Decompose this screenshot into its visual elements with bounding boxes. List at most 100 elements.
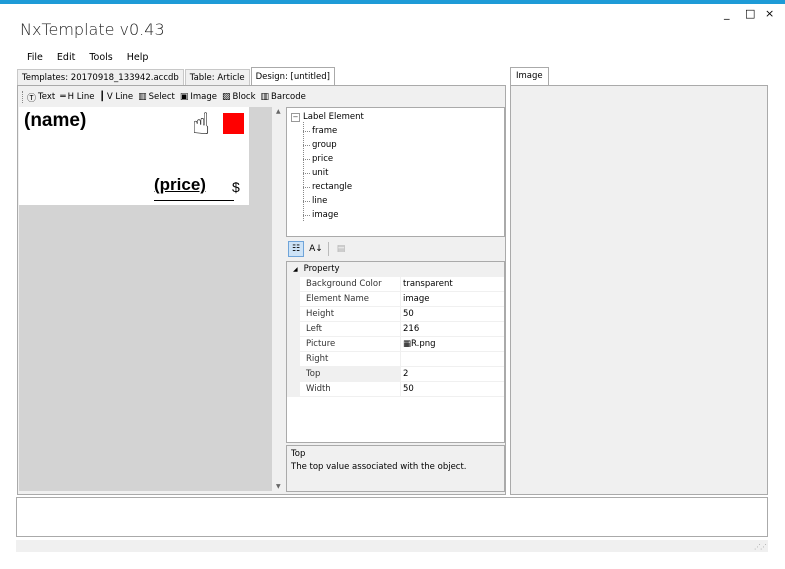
- property-name: Picture: [300, 337, 401, 351]
- block-tool-icon: ▨: [222, 92, 231, 102]
- collapse-triangle-icon[interactable]: ◢: [293, 266, 298, 273]
- property-row-selected[interactable]: Top 2: [287, 367, 504, 382]
- property-row[interactable]: Right: [287, 352, 504, 367]
- scroll-down-icon[interactable]: ▼: [276, 483, 281, 490]
- tab-table[interactable]: Table: Article: [184, 69, 250, 86]
- property-value[interactable]: transparent: [401, 277, 453, 291]
- size-grip-icon[interactable]: ⋰⋰: [754, 543, 767, 551]
- text-tool-label: Text: [38, 92, 56, 102]
- minimize-button[interactable]: _: [724, 7, 730, 20]
- label-unit-element[interactable]: $: [232, 179, 240, 195]
- vline-tool-label: V Line: [106, 92, 134, 102]
- image-tool-icon: ▣: [179, 92, 189, 102]
- label-line-element[interactable]: [154, 200, 234, 201]
- property-row[interactable]: Height 50: [287, 307, 504, 322]
- hline-tool-label: H Line: [67, 92, 95, 102]
- design-panel: Ⓣ Text ═ H Line ┃ V Line ▥ Select ▣ Imag…: [17, 85, 506, 495]
- window-title: NxTemplate v0.43: [20, 20, 165, 39]
- property-row[interactable]: Picture ▦R.png: [287, 337, 504, 352]
- label-rectangle-element[interactable]: [223, 113, 244, 134]
- image-panel: Image: [510, 67, 768, 495]
- scroll-up-icon[interactable]: ▲: [276, 108, 281, 115]
- property-value[interactable]: [401, 352, 403, 366]
- image-preview-area: [510, 85, 768, 495]
- tab-templates[interactable]: Templates: 20170918_133942.accdb: [17, 69, 184, 86]
- tree-node-unit[interactable]: unit: [291, 166, 364, 180]
- toolbar-separator: [328, 242, 329, 256]
- property-grid-toolbar: ☷ A↓ ▤: [286, 239, 505, 259]
- maximize-button[interactable]: □: [745, 7, 755, 20]
- hline-tool-button[interactable]: ═ H Line: [60, 92, 94, 102]
- property-name: Left: [300, 322, 401, 336]
- tab-image[interactable]: Image: [510, 67, 549, 86]
- property-row[interactable]: Element Name image: [287, 292, 504, 307]
- tab-design[interactable]: Design: [untitled]: [250, 67, 335, 86]
- property-row[interactable]: Left 216: [287, 322, 504, 337]
- property-value[interactable]: 50: [401, 382, 414, 396]
- label-price-element[interactable]: (price): [154, 175, 206, 195]
- property-row[interactable]: Width 50: [287, 382, 504, 397]
- alphabetical-sort-icon[interactable]: A↓: [308, 241, 324, 257]
- description-text: The top value associated with the object…: [291, 462, 467, 472]
- property-pages-icon[interactable]: ▤: [333, 241, 349, 257]
- select-tool-button[interactable]: ▥ Select: [138, 92, 175, 102]
- property-name: Height: [300, 307, 401, 321]
- barcode-tool-button[interactable]: ▥ Barcode: [261, 92, 306, 102]
- text-tool-icon: Ⓣ: [27, 93, 37, 104]
- design-toolbar: Ⓣ Text ═ H Line ┃ V Line ▥ Select ▣ Imag…: [19, 87, 306, 107]
- tree-node-frame[interactable]: frame: [291, 124, 364, 138]
- property-grid: ☷ A↓ ▤ ◢ Property Background Color transpa…: [286, 239, 505, 443]
- toolbar-grip[interactable]: [22, 91, 23, 103]
- property-value[interactable]: 2: [401, 367, 408, 381]
- property-name: Width: [300, 382, 401, 396]
- tree-node-line[interactable]: line: [291, 194, 364, 208]
- description-title: Top: [291, 449, 306, 459]
- barcode-tool-label: Barcode: [271, 92, 306, 102]
- property-value[interactable]: 216: [401, 322, 419, 336]
- property-value[interactable]: ▦R.png: [401, 337, 436, 351]
- image-tool-button[interactable]: ▣ Image: [180, 92, 217, 102]
- property-value[interactable]: image: [401, 292, 429, 306]
- design-canvas-area[interactable]: (name) ☝ (price) $: [19, 107, 272, 491]
- menu-bar: File Edit Tools Help: [27, 52, 148, 63]
- vline-tool-button[interactable]: ┃ V Line: [99, 92, 133, 102]
- menu-tools[interactable]: Tools: [89, 52, 112, 63]
- property-name: Element Name: [300, 292, 401, 306]
- property-name: Top: [300, 367, 401, 381]
- thumbs-up-icon: ☝: [192, 107, 211, 142]
- select-tool-icon: ▥: [138, 92, 147, 102]
- output-textbox[interactable]: [16, 497, 768, 537]
- document-tabs: Templates: 20170918_133942.accdb Table: …: [17, 67, 336, 86]
- menu-help[interactable]: Help: [127, 52, 149, 63]
- property-list: ◢ Property Background Color transparent El…: [286, 261, 505, 443]
- menu-edit[interactable]: Edit: [57, 52, 75, 63]
- property-value[interactable]: 50: [401, 307, 414, 321]
- property-description: Top The top value associated with the ob…: [286, 445, 505, 492]
- element-tree: − Label Element frame group price unit re…: [286, 107, 505, 237]
- block-tool-button[interactable]: ▨ Block: [222, 92, 256, 102]
- canvas-scrollbar[interactable]: ▲ ▼: [274, 107, 285, 491]
- menu-file[interactable]: File: [27, 52, 43, 63]
- tree-node-price[interactable]: price: [291, 152, 364, 166]
- tree-node-root[interactable]: − Label Element: [291, 110, 364, 124]
- property-row[interactable]: Background Color transparent: [287, 277, 504, 292]
- label-name-element[interactable]: (name): [24, 110, 86, 132]
- property-category[interactable]: ◢ Property: [287, 262, 504, 277]
- picture-filename: R.png: [411, 339, 436, 349]
- image-tool-label: Image: [190, 92, 217, 102]
- text-tool-button[interactable]: Ⓣ Text: [27, 91, 55, 104]
- label-canvas[interactable]: (name) ☝ (price) $: [19, 107, 249, 205]
- block-tool-label: Block: [232, 92, 256, 102]
- tree-node-image[interactable]: image: [291, 208, 364, 222]
- vline-tool-icon: ┃: [99, 92, 105, 102]
- window-accent-bar: [0, 0, 785, 4]
- tree-node-group[interactable]: group: [291, 138, 364, 152]
- tree-node-rectangle[interactable]: rectangle: [291, 180, 364, 194]
- collapse-icon[interactable]: −: [291, 113, 300, 122]
- close-button[interactable]: ×: [765, 7, 774, 20]
- property-category-label: Property: [303, 264, 340, 274]
- hline-tool-icon: ═: [60, 92, 66, 102]
- barcode-tool-icon: ▥: [260, 92, 270, 102]
- categorized-view-icon[interactable]: ☷: [288, 241, 304, 257]
- tree-root-label: Label Element: [303, 112, 364, 122]
